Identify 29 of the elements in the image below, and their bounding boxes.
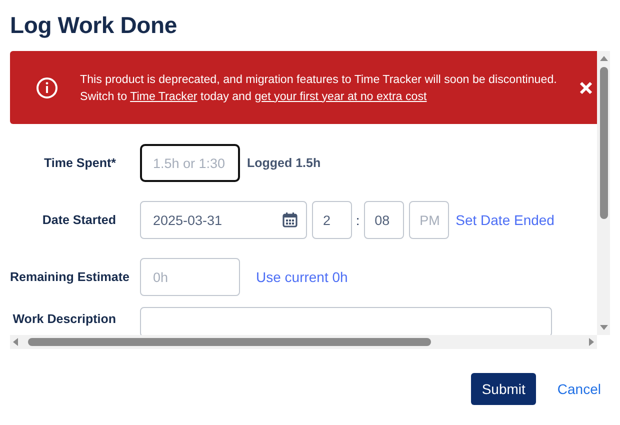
time-separator: : [356,212,360,228]
calendar-icon[interactable] [282,212,298,228]
vertical-scrollbar[interactable] [597,51,610,335]
work-description-field[interactable] [140,307,552,335]
cancel-link[interactable]: Cancel [557,381,601,397]
field-label: Work Description [12,312,117,326]
submit-button[interactable]: Submit [470,373,536,405]
horizontal-scrollbar[interactable] [10,335,597,349]
close-icon[interactable] [579,80,593,94]
time-spent-input[interactable]: 1.5h or 1:30 [140,144,240,182]
logged-text: Logged 1.5h [247,156,321,170]
date-input[interactable]: 2025-03-31 [140,201,307,239]
set-date-ended-link[interactable]: Set Date Ended [456,212,554,228]
remaining-estimate-input[interactable]: 0h [140,258,240,296]
minute-input[interactable]: 08 [364,201,404,239]
time-tracker-link[interactable]: Time Tracker [130,90,198,102]
field-label: Time Spent* [42,156,117,170]
dialog-title: Log Work Done [10,12,178,40]
field-label: Date Started [41,213,117,227]
scroll-up-arrow-icon[interactable] [600,55,608,61]
field-label: Remaining Estimate [10,270,130,284]
banner-message: This product is deprecated, and migration features to Time Tracker will soon be discontinued. Switch to Time Tracker today and get your first year at no extra cost [80,72,558,104]
scroll-right-arrow-icon[interactable] [589,338,595,346]
info-icon [36,76,58,98]
hour-input[interactable]: 2 [312,201,352,239]
use-current-link[interactable]: Use current 0h [256,269,348,285]
scroll-down-arrow-icon[interactable] [600,325,608,331]
scroll-left-arrow-icon[interactable] [12,338,18,346]
offer-link[interactable]: get your first year at no extra cost [254,90,427,102]
